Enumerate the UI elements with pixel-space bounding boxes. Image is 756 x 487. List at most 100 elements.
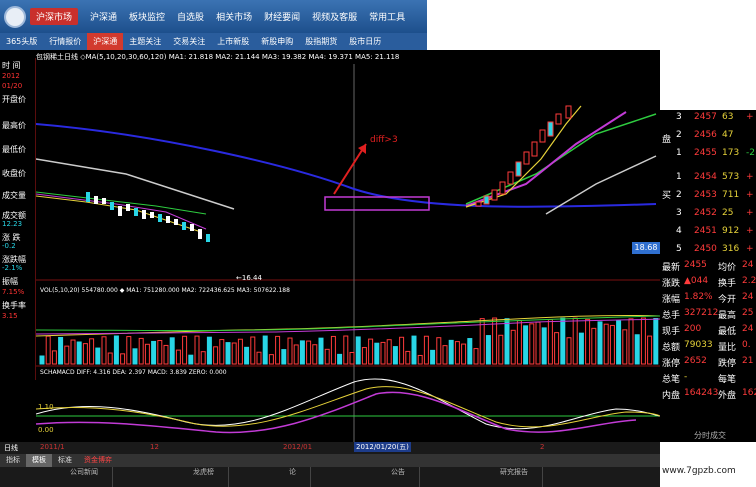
orderbook-price: 2455 (694, 148, 717, 158)
subnav-item-ipo[interactable]: 上市新股 (211, 33, 255, 50)
tick-trades-tab[interactable]: 分时成交 (694, 430, 726, 441)
orderbook-change: -2 (746, 148, 755, 158)
nav-item-hs-connect[interactable]: 沪深通 (90, 10, 117, 23)
volume-bar (175, 349, 181, 365)
volume-bar (628, 318, 634, 365)
volume-bar (467, 338, 473, 365)
subnav-item-hs-connect[interactable]: 沪深通 (87, 33, 124, 50)
volume-bars (39, 317, 659, 365)
turnover-label: 换手率 (2, 301, 26, 310)
orderbook-qty: 173 (722, 148, 740, 158)
volume-bar (368, 338, 374, 365)
volume-bar (324, 348, 330, 365)
low-label: 最低价 (2, 145, 26, 154)
volume-title: VOL(5,10,20) 554780.000 ◆ MA1: 751280.00… (40, 287, 290, 294)
news-company[interactable]: 公司新闻 (0, 467, 113, 487)
orderbook-price: 2457 (694, 112, 717, 122)
subnav-item-themes[interactable]: 主题关注 (123, 33, 167, 50)
buy-side-label: 买 (662, 191, 672, 201)
volume-bar (361, 347, 367, 365)
volume-bar (262, 335, 268, 365)
nav-item-sector[interactable]: 板块监控 (129, 10, 165, 23)
candle (491, 189, 498, 201)
volume-bar (151, 340, 157, 365)
subnav-item-trading[interactable]: 交易关注 (167, 33, 211, 50)
stat-value: 2652 (684, 356, 707, 366)
turnover-value: 3.15 (2, 312, 18, 320)
volume-bar (231, 342, 237, 365)
news-bar: 公司新闻 龙虎榜 论 公告 研究报告 (0, 467, 660, 487)
price-scale-value: 18.68 (632, 242, 660, 254)
candle (110, 202, 114, 210)
subnav-item-quotes[interactable]: 行情报价 (43, 33, 87, 50)
subnav-item-365[interactable]: 365头版 (0, 33, 43, 50)
nav-item-watchlist[interactable]: 自选股 (177, 10, 204, 23)
volume-bar (572, 317, 578, 365)
stat-value-2: 21 (742, 356, 754, 366)
volume-bar (194, 335, 200, 365)
ma-120-line (36, 123, 657, 208)
volume-bar (386, 339, 392, 365)
subnav-item-futures[interactable]: 股指期货 (299, 33, 343, 50)
stock-chart-svg[interactable]: diff>3 ←16.44 VOL(5,10,20) 554780.000 ◆ … (36, 64, 660, 442)
volume-bar (541, 327, 547, 365)
volume-bar (436, 337, 442, 365)
volume-bar (411, 335, 417, 365)
news-research[interactable]: 研究报告 (420, 467, 543, 487)
stat-value-2: 24 (742, 324, 754, 334)
orderbook-level: 2 (676, 130, 682, 140)
volume-bar (51, 350, 57, 365)
nav-item-tools[interactable]: 常用工具 (369, 10, 405, 23)
orderbook-price: 2450 (694, 244, 717, 254)
subnav-item-subscribe[interactable]: 新股申购 (255, 33, 299, 50)
ma-60-line (36, 158, 235, 210)
orderbook-price: 2452 (694, 208, 717, 218)
orderbook-qty: 316 (722, 244, 740, 254)
stock-app: 沪深市场 沪深通 板块监控 自选股 相关市场 财经要闻 视频及客服 常用工具 3… (0, 0, 756, 487)
volume-bar (89, 338, 95, 365)
volume-bar (423, 335, 429, 365)
volume-bar (585, 318, 591, 365)
volume-bar (516, 320, 522, 365)
app-logo[interactable] (0, 2, 30, 32)
nav-item-news[interactable]: 财经要闻 (264, 10, 300, 23)
news-announcement[interactable]: 公告 (311, 467, 420, 487)
volume-bar (45, 335, 51, 365)
nav-item-video[interactable]: 视频及客服 (312, 10, 357, 23)
orderbook-qty: 63 (722, 112, 734, 122)
low-price-marker: ←16.44 (236, 274, 262, 282)
volume-bar (132, 348, 138, 365)
date-tick-4: 2 (540, 443, 545, 451)
orderbook-change: + (746, 112, 754, 122)
candle (555, 113, 562, 125)
orderbook-qty: 912 (722, 226, 740, 236)
volume-bar (374, 342, 380, 365)
stat-value: 327212 (684, 308, 719, 318)
tab-standard[interactable]: 标准 (52, 454, 78, 467)
orderbook-level: 1 (676, 148, 682, 158)
volume-bar (653, 318, 659, 365)
candle (174, 219, 178, 225)
tab-indicator[interactable]: 指标 (0, 454, 26, 467)
tab-template[interactable]: 模板 (26, 454, 52, 467)
volume-bar (237, 338, 243, 365)
volume-bar (58, 336, 64, 365)
news-dragon-tiger[interactable]: 龙虎榜 (113, 467, 229, 487)
orderbook-level: 3 (676, 208, 682, 218)
volume-bar (330, 335, 336, 365)
news-forum[interactable]: 论 (229, 467, 311, 487)
volume-bar (622, 329, 628, 365)
candle (142, 210, 146, 219)
subnav-item-calendar[interactable]: 股市日历 (343, 33, 387, 50)
nav-item-market[interactable]: 沪深市场 (30, 8, 79, 25)
period-label[interactable]: 日线 (4, 443, 18, 453)
stat-label: 涨幅 (662, 295, 681, 305)
volume-bar (492, 317, 498, 365)
volume-ma3 (36, 315, 660, 331)
nav-item-related[interactable]: 相关市场 (216, 10, 252, 23)
candle (86, 192, 90, 202)
volume-bar (380, 341, 386, 365)
volume-bar (293, 344, 299, 365)
candle (190, 224, 194, 231)
tab-capital[interactable]: 资金博弈 (78, 454, 118, 467)
